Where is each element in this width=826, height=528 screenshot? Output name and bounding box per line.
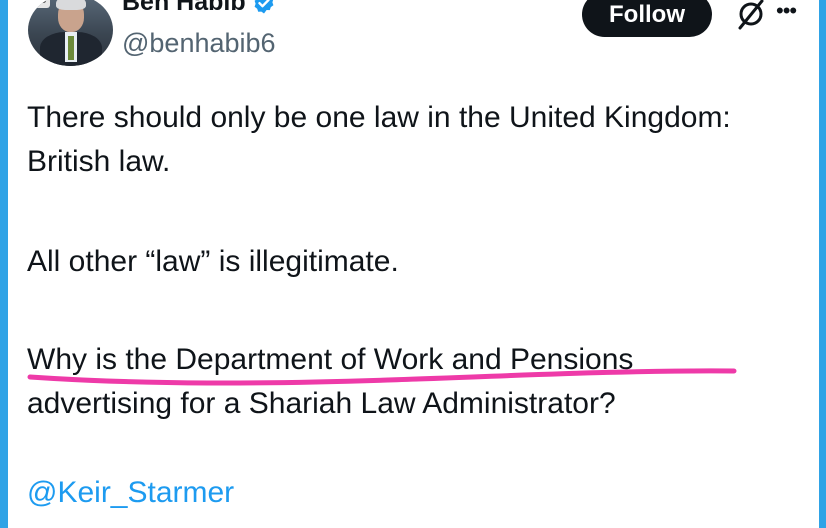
mention-link[interactable]: @Keir_Starmer — [27, 476, 234, 510]
tweet-card: 863 Ben Habib @benhabib6 Follow ••• Ther… — [8, 0, 819, 528]
highlight-underline — [27, 368, 737, 386]
